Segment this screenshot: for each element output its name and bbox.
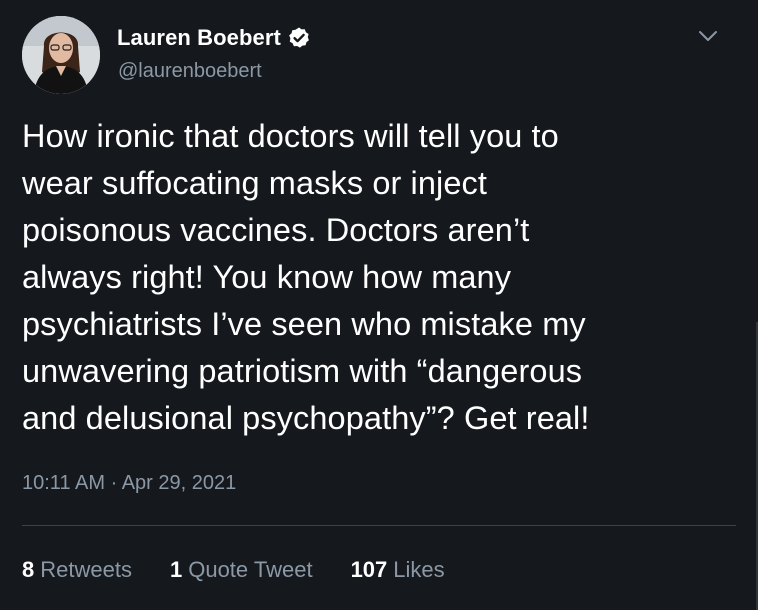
retweets-stat[interactable]: 8 Retweets: [22, 557, 132, 583]
quote-tweets-label: Quote Tweet: [188, 557, 313, 582]
avatar[interactable]: [22, 16, 100, 94]
tweet-text: How ironic that doctors will tell you to…: [22, 118, 590, 436]
display-name[interactable]: Lauren Boebert: [117, 25, 281, 51]
verified-badge-icon: [287, 26, 311, 50]
chevron-down-icon[interactable]: [696, 26, 720, 46]
likes-count: 107: [350, 557, 388, 582]
engagement-stats: 8 Retweets 1 Quote Tweet 107 Likes: [22, 557, 483, 583]
avatar-image: [22, 16, 100, 94]
retweets-label: Retweets: [40, 557, 132, 582]
likes-stat[interactable]: 107 Likes: [351, 557, 445, 583]
author-name-row[interactable]: Lauren Boebert: [117, 24, 311, 52]
quote-tweets-count: 1: [169, 557, 183, 582]
author-handle[interactable]: @laurenboebert: [118, 60, 262, 83]
tweet-card: Lauren Boebert @laurenboebert How ironic…: [0, 0, 758, 610]
divider: [22, 525, 736, 526]
tweet-timestamp[interactable]: 10:11 AM · Apr 29, 2021: [22, 472, 236, 495]
likes-label: Likes: [393, 557, 445, 582]
quote-tweets-stat[interactable]: 1 Quote Tweet: [170, 557, 313, 583]
retweets-count: 8: [22, 557, 35, 582]
